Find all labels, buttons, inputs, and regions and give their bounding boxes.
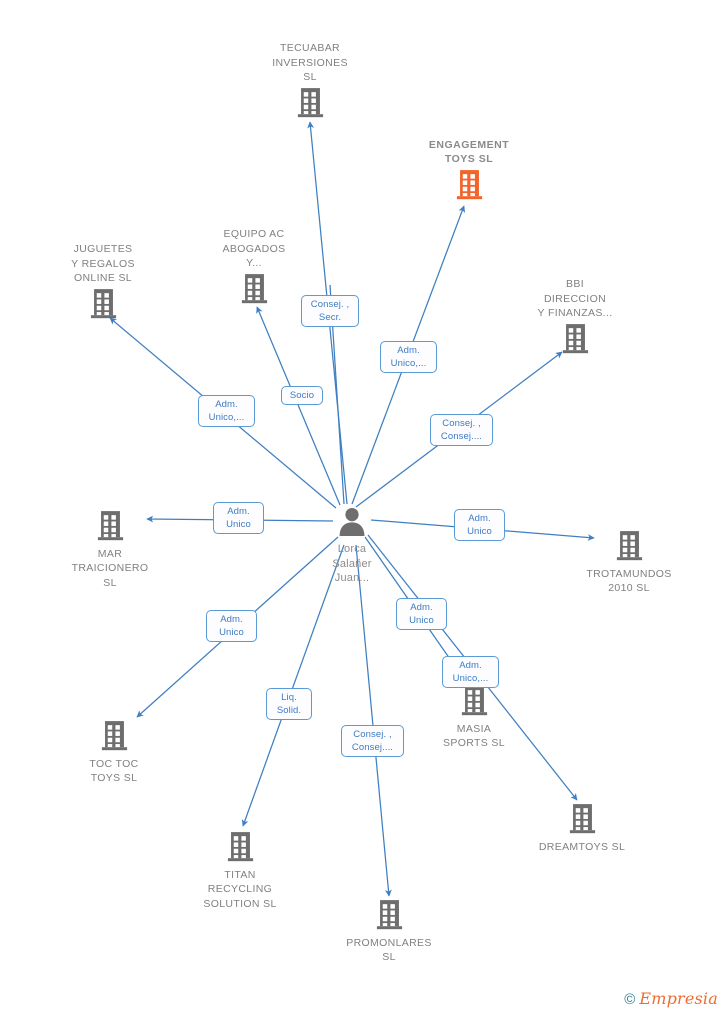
- graph-node-label: MAR TRAICIONERO SL: [71, 547, 149, 589]
- building-icon: [399, 685, 549, 721]
- network-diagram-canvas: TECUABAR INVERSIONES SL ENGAGEMENT TOYS …: [0, 0, 728, 1015]
- edge-relation-label[interactable]: Adm. Unico: [454, 509, 505, 541]
- graph-node-toctoc[interactable]: TOC TOC TOYS SL: [39, 720, 189, 786]
- edge-relation-label[interactable]: Adm. Unico: [206, 610, 257, 642]
- edge-relation-label[interactable]: Adm. Unico,...: [198, 395, 255, 427]
- copyright-icon: ©: [624, 990, 636, 1008]
- edge-relation-label[interactable]: Consej. , Secr.: [301, 295, 359, 327]
- graph-node-label: TOC TOC TOYS SL: [89, 757, 139, 785]
- graph-node-label: Lorca Salañer Juan...: [332, 543, 372, 584]
- building-icon: [314, 899, 464, 935]
- edge-relation-label[interactable]: Liq. Solid.: [266, 688, 312, 720]
- graph-node-label: MASIA SPORTS SL: [443, 722, 505, 750]
- graph-node-masia[interactable]: MASIA SPORTS SL: [399, 685, 549, 751]
- watermark: © Empresia: [624, 991, 718, 1007]
- graph-node-engagement[interactable]: ENGAGEMENT TOYS SL: [394, 138, 544, 205]
- graph-node-label: DREAMTOYS SL: [538, 840, 626, 853]
- graph-node-label: EQUIPO AC ABOGADOS Y...: [222, 228, 286, 269]
- graph-node-promonlares[interactable]: PROMONLARES SL: [314, 899, 464, 965]
- watermark-brand-name: Empresia: [639, 989, 718, 1008]
- building-icon: [28, 288, 178, 324]
- building-icon: [35, 510, 185, 546]
- edge-relation-label[interactable]: Adm. Unico: [396, 598, 447, 630]
- building-icon: [500, 323, 650, 359]
- building-icon: [507, 803, 657, 839]
- graph-node-label: BBI DIRECCION Y FINANZAS...: [537, 278, 613, 319]
- graph-node-label: ENGAGEMENT TOYS SL: [428, 138, 510, 166]
- building-icon: [554, 530, 704, 566]
- building-icon: [39, 720, 189, 756]
- building-icon: [235, 87, 385, 123]
- building-icon: [394, 169, 544, 205]
- edge-relation-label[interactable]: Adm. Unico: [213, 502, 264, 534]
- graph-node-dreamtoys[interactable]: DREAMTOYS SL: [507, 803, 657, 855]
- edge-relation-label[interactable]: Adm. Unico,...: [380, 341, 437, 373]
- graph-edge-lorca-to-titan: [241, 544, 345, 827]
- graph-node-label: TROTAMUNDOS 2010 SL: [586, 567, 672, 595]
- person-icon: [277, 506, 427, 541]
- edge-relation-label[interactable]: Consej. , Consej....: [430, 414, 493, 446]
- graph-edge-lorca-to-promonlares: [355, 544, 392, 897]
- graph-node-label: PROMONLARES SL: [346, 936, 432, 964]
- graph-node-bbi[interactable]: BBI DIRECCION Y FINANZAS...: [500, 277, 650, 359]
- graph-node-titan[interactable]: TITAN RECYCLING SOLUTION SL: [165, 831, 315, 912]
- edge-relation-label[interactable]: Adm. Unico,...: [442, 656, 499, 688]
- graph-node-label: TITAN RECYCLING SOLUTION SL: [203, 868, 277, 910]
- edge-relation-label[interactable]: Socio: [281, 386, 323, 405]
- graph-node-mar[interactable]: MAR TRAICIONERO SL: [35, 510, 185, 591]
- building-icon: [165, 831, 315, 867]
- graph-node-label: JUGUETES Y REGALOS ONLINE SL: [71, 243, 135, 284]
- graph-node-juguetes[interactable]: JUGUETES Y REGALOS ONLINE SL: [28, 242, 178, 324]
- graph-edge-lorca-to-equipo: [256, 306, 341, 506]
- graph-node-label: TECUABAR INVERSIONES SL: [272, 42, 348, 83]
- graph-node-lorca[interactable]: Lorca Salañer Juan...: [277, 506, 427, 586]
- edge-relation-label[interactable]: Consej. , Consej....: [341, 725, 404, 757]
- graph-node-tecuabar[interactable]: TECUABAR INVERSIONES SL: [235, 41, 385, 123]
- graph-node-trotamundos[interactable]: TROTAMUNDOS 2010 SL: [554, 530, 704, 596]
